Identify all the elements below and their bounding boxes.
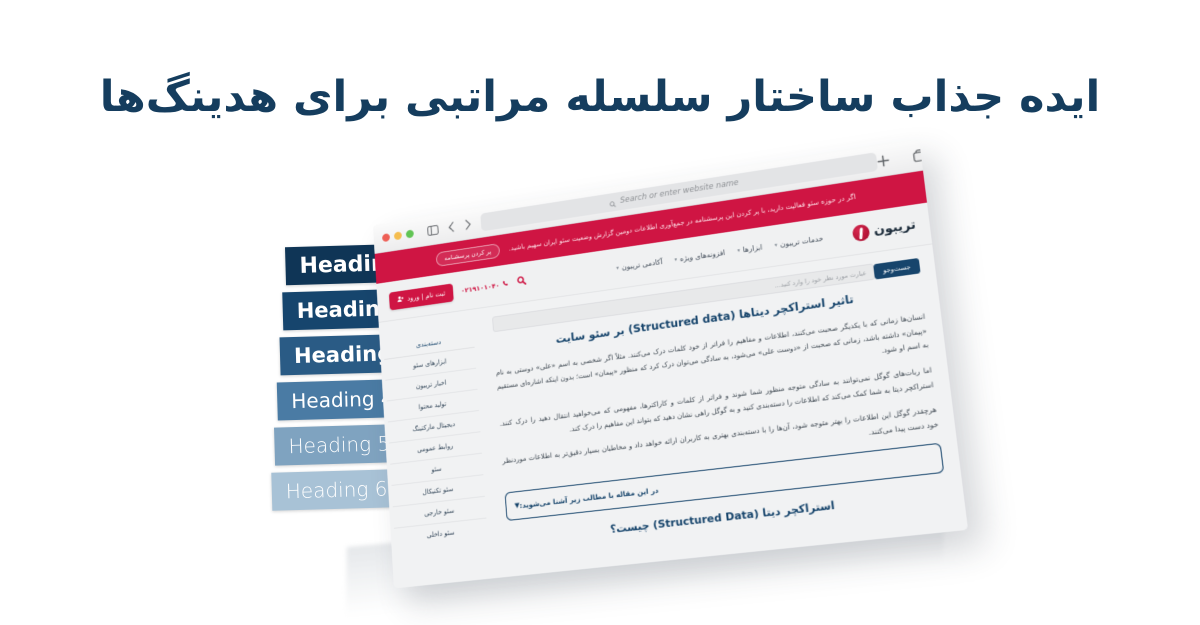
- chevron-right-icon[interactable]: [464, 219, 472, 231]
- fill-questionnaire-button[interactable]: پر کردن پرسشنامه: [435, 243, 501, 267]
- signup-login-label: ثبت نام | ورود: [407, 289, 446, 303]
- caret-down-icon: ▼: [514, 501, 520, 510]
- page-title: ایده جذاب ساختار سلسله مراتبی برای هدینگ…: [99, 72, 1101, 122]
- nav-item-label: خدمات تریبون: [779, 234, 824, 249]
- tribune-logo-icon: [851, 223, 870, 243]
- category-sidebar: دسته‌بندی ابزارهای سئو اخبار تریبون تولی…: [379, 308, 500, 588]
- header-phone[interactable]: ۰۲۱۹۱۰۱۰۴۰: [461, 279, 510, 295]
- search-input-placeholder: عبارت مورد نظر خود را وارد کنید...: [774, 268, 867, 290]
- plus-icon[interactable]: [876, 153, 890, 167]
- chevron-down-icon: ▾: [674, 256, 678, 263]
- nav-item-label: آکادمی تریبون: [621, 257, 663, 272]
- table-of-contents-label: در این مقاله با مطالب زیر آشنا می‌شوید:: [519, 485, 659, 510]
- chevron-down-icon: ▾: [737, 247, 741, 254]
- user-plus-icon: [397, 295, 404, 305]
- nav-item-label: ابزارها: [742, 242, 763, 255]
- phone-number: ۰۲۱۹۱۰۱۰۴۰: [460, 281, 500, 295]
- search-icon: [608, 193, 616, 211]
- chevron-down-icon: ▾: [774, 242, 778, 249]
- search-submit-button[interactable]: جست‌وجو: [873, 257, 921, 280]
- site-logo-text: تریبون: [873, 217, 917, 239]
- nav-item-label: افزونه‌های ویژه: [679, 248, 726, 264]
- signup-login-button[interactable]: ثبت نام | ورود: [388, 282, 454, 311]
- sidebar-icon[interactable]: [427, 224, 439, 235]
- phone-icon: [502, 279, 510, 289]
- nav-item-special-plugins[interactable]: افزونه‌های ویژه ▾: [674, 248, 725, 264]
- close-window-button[interactable]: [381, 232, 391, 242]
- nav-item-services[interactable]: خدمات تریبون ▾: [774, 234, 824, 249]
- window-controls[interactable]: [381, 228, 414, 242]
- minimize-window-button[interactable]: [393, 230, 402, 240]
- search-icon[interactable]: [517, 275, 527, 288]
- site-logo[interactable]: تریبون: [851, 217, 917, 243]
- chevron-down-icon: ▾: [616, 265, 620, 272]
- chevron-left-icon[interactable]: [448, 221, 456, 233]
- browser-mockup-wrapper: Search or enter website name اگر در حوزه…: [352, 139, 969, 589]
- nav-item-tools[interactable]: ابزارها ▾: [737, 243, 763, 255]
- tabs-icon[interactable]: [912, 148, 926, 162]
- maximize-window-button[interactable]: [405, 228, 414, 239]
- nav-item-academy[interactable]: آکادمی تریبون ▾: [616, 257, 663, 272]
- browser-window: Search or enter website name اگر در حوزه…: [372, 139, 969, 589]
